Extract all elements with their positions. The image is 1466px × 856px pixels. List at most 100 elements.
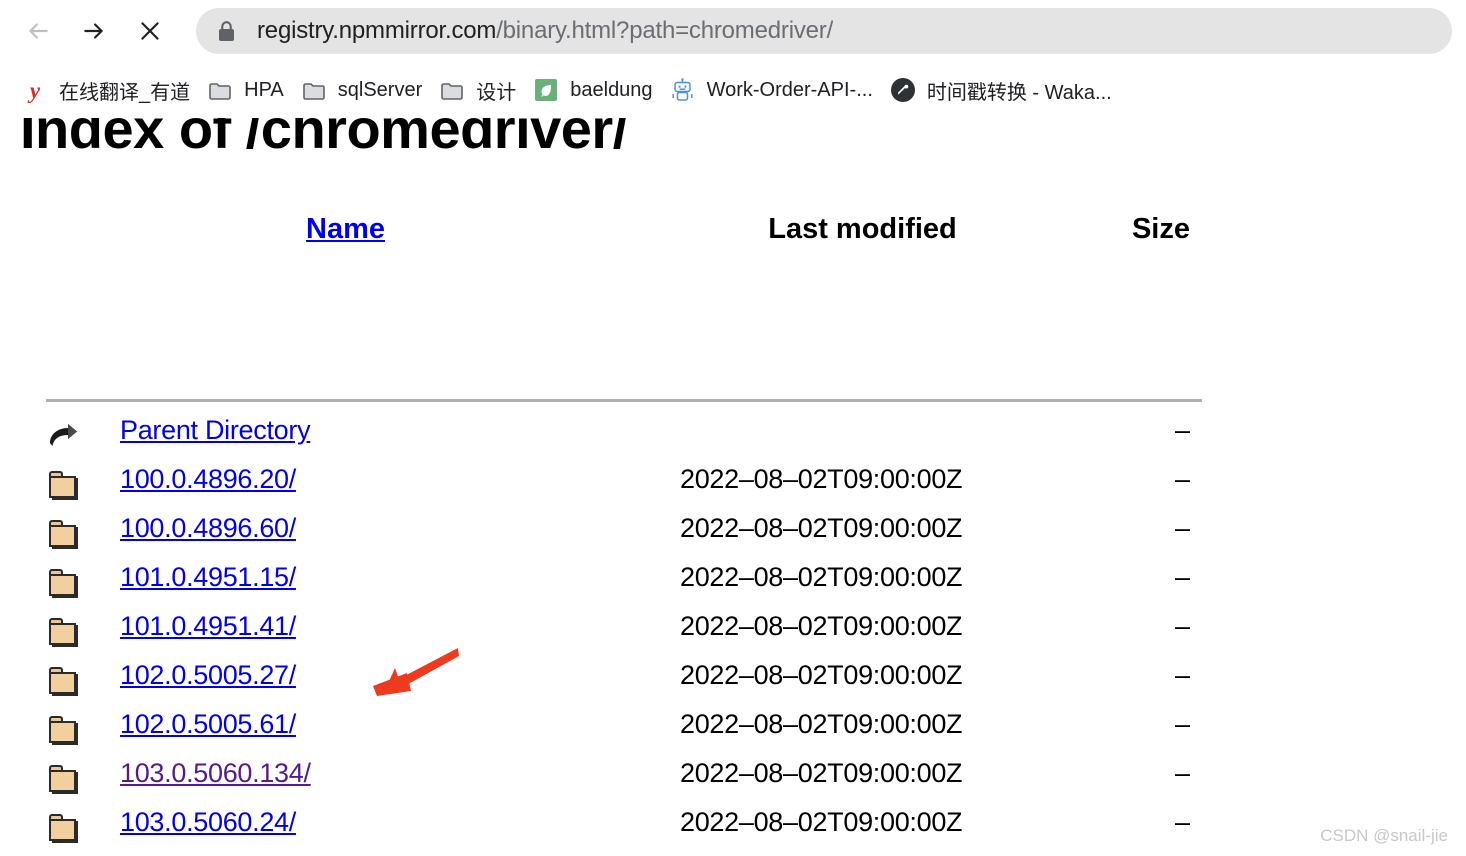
sort-by-name-link[interactable]: Name xyxy=(306,213,385,245)
bookmark-wakatime[interactable]: 时间戳转换 - Waka... xyxy=(882,70,1121,110)
forward-arrow-icon xyxy=(81,18,107,44)
lock-icon[interactable] xyxy=(218,20,235,42)
folder-icon xyxy=(48,471,84,503)
bookmark-youdao[interactable]: y 在线翻译_有道 xyxy=(14,70,199,110)
directory-link-highlighted[interactable]: 103.0.5060.134/ xyxy=(120,758,311,788)
table-cell-date: 2022–08–02T09:00:00Z xyxy=(680,464,963,494)
table-cell-size: – xyxy=(1174,562,1190,592)
bookmark-label: 设计 xyxy=(476,81,517,104)
youdao-glyph: y xyxy=(29,77,41,103)
address-bar[interactable]: registry.npmmirror.com/binary.html?path=… xyxy=(196,8,1452,54)
bookmark-label: 时间戳转换 - Waka... xyxy=(926,81,1112,104)
bookmark-label: sqlServer xyxy=(337,78,423,101)
bookmark-label: baeldung xyxy=(570,78,653,101)
table-cell-name: 100.0.4896.60/ xyxy=(120,513,590,544)
table-cell-name: Parent Directory xyxy=(120,415,590,446)
back-button[interactable] xyxy=(18,11,58,51)
bookmark-label: 在线翻译_有道 xyxy=(59,81,191,104)
table-cell-date: 2022–08–02T09:00:00Z xyxy=(680,513,963,543)
table-row: 102.0.5005.61/ 2022–08–02T09:00:00Z – xyxy=(0,709,1466,758)
listing-rows: Parent Directory – 100.0.4896.20/ 2022–0… xyxy=(0,415,1466,856)
robot-icon xyxy=(671,78,695,102)
page-title: Index of /chromedriver/ xyxy=(20,118,628,160)
table-cell-size: – xyxy=(1174,758,1190,788)
table-row: 103.0.5060.24/ 2022–08–02T09:00:00Z – xyxy=(0,807,1466,856)
header-divider xyxy=(46,399,1202,402)
folder-icon xyxy=(48,618,84,650)
table-cell-date: 2022–08–02T09:00:00Z xyxy=(680,807,963,837)
column-header-last-modified: Last modified xyxy=(768,213,957,245)
bookmark-work-order-api[interactable]: Work-Order-API-... xyxy=(662,70,882,110)
table-cell-date: 2022–08–02T09:00:00Z xyxy=(680,611,963,641)
directory-link[interactable]: 102.0.5005.27/ xyxy=(120,660,296,690)
table-row: 102.0.5005.27/ 2022–08–02T09:00:00Z – xyxy=(0,660,1466,709)
table-cell-name: 100.0.4896.20/ xyxy=(120,464,590,495)
table-cell-name: 103.0.5060.24/ xyxy=(120,807,590,838)
table-row: Parent Directory – xyxy=(0,415,1466,464)
folder-icon xyxy=(48,814,84,846)
table-cell-name: 103.0.5060.134/ xyxy=(120,758,590,789)
table-cell-size: – xyxy=(1174,415,1190,445)
table-cell-name: 102.0.5005.27/ xyxy=(120,660,590,691)
table-cell-size: – xyxy=(1174,709,1190,739)
url-domain: registry.npmmirror.com xyxy=(257,17,497,44)
browser-chrome: registry.npmmirror.com/binary.html?path=… xyxy=(0,0,1466,118)
folder-icon xyxy=(48,667,84,699)
column-header-size-cell: Size xyxy=(1100,213,1190,246)
bookmarks-bar: y 在线翻译_有道 HPA sqlServer 设计 baeldung Work… xyxy=(0,62,1466,118)
listing-header-row: Name Last modified Size xyxy=(0,213,1466,275)
directory-link[interactable]: 103.0.5060.24/ xyxy=(120,807,296,837)
table-cell-size: – xyxy=(1174,611,1190,641)
back-arrow-icon xyxy=(44,421,82,453)
directory-link[interactable]: 100.0.4896.60/ xyxy=(120,513,296,543)
wakatime-icon xyxy=(890,78,915,102)
column-header-name-cell: Name xyxy=(306,213,385,246)
forward-button[interactable] xyxy=(74,11,114,51)
table-row: 103.0.5060.134/ 2022–08–02T09:00:00Z – xyxy=(0,758,1466,807)
youdao-icon: y xyxy=(23,78,47,102)
directory-link[interactable]: 101.0.4951.15/ xyxy=(120,562,296,592)
directory-listing: Name Last modified Size Parent Directory… xyxy=(0,213,1466,843)
browser-toolbar: registry.npmmirror.com/binary.html?path=… xyxy=(0,0,1466,62)
directory-link[interactable]: Parent Directory xyxy=(120,415,311,445)
bookmark-sqlserver[interactable]: sqlServer xyxy=(293,70,431,110)
folder-icon xyxy=(48,520,84,552)
bookmark-label: HPA xyxy=(244,78,284,101)
directory-link[interactable]: 102.0.5005.61/ xyxy=(120,709,296,739)
table-row: 100.0.4896.60/ 2022–08–02T09:00:00Z – xyxy=(0,513,1466,562)
page-content: Index of /chromedriver/ Name Last modifi… xyxy=(0,118,1466,856)
directory-link[interactable]: 100.0.4896.20/ xyxy=(120,464,296,494)
bookmark-hpa[interactable]: HPA xyxy=(199,70,293,110)
leaf-icon xyxy=(534,78,558,102)
url-path: /binary.html?path=chromedriver/ xyxy=(496,17,834,44)
folder-icon xyxy=(48,569,84,601)
bookmark-baeldung[interactable]: baeldung xyxy=(525,70,661,110)
column-header-size: Size xyxy=(1131,213,1190,245)
table-row: 101.0.4951.15/ 2022–08–02T09:00:00Z – xyxy=(0,562,1466,611)
bookmark-sheji[interactable]: 设计 xyxy=(431,70,525,110)
table-cell-name: 101.0.4951.15/ xyxy=(120,562,590,593)
back-arrow-icon xyxy=(25,18,51,44)
table-cell-name: 101.0.4951.41/ xyxy=(120,611,590,642)
watermark: CSDN @snail-jie xyxy=(1320,826,1448,845)
url-text: registry.npmmirror.com/binary.html?path=… xyxy=(257,17,833,45)
folder-icon xyxy=(302,78,326,102)
table-cell-size: – xyxy=(1174,660,1190,690)
table-cell-name: 102.0.5005.61/ xyxy=(120,709,590,740)
close-icon xyxy=(137,18,163,44)
directory-link[interactable]: 101.0.4951.41/ xyxy=(120,611,296,641)
table-row: 100.0.4896.20/ 2022–08–02T09:00:00Z – xyxy=(0,464,1466,513)
table-row: 101.0.4951.41/ 2022–08–02T09:00:00Z – xyxy=(0,611,1466,660)
table-cell-size: – xyxy=(1174,513,1190,543)
column-header-last-modified-cell: Last modified xyxy=(680,213,1045,246)
folder-icon xyxy=(48,765,84,797)
table-cell-size: – xyxy=(1174,807,1190,837)
bookmark-label: Work-Order-API-... xyxy=(706,78,873,101)
table-cell-date: 2022–08–02T09:00:00Z xyxy=(680,709,963,739)
folder-icon xyxy=(440,78,464,102)
stop-button[interactable] xyxy=(130,11,170,51)
table-cell-date: 2022–08–02T09:00:00Z xyxy=(680,660,963,690)
table-cell-size: – xyxy=(1174,464,1190,494)
table-cell-date: 2022–08–02T09:00:00Z xyxy=(680,758,963,788)
folder-icon xyxy=(208,78,232,102)
